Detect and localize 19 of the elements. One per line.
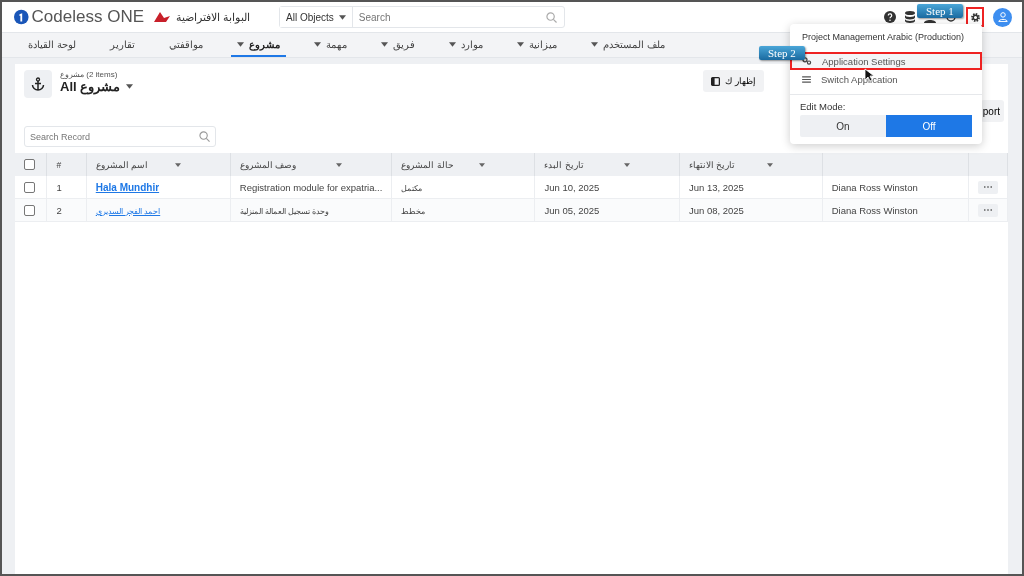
step-tooltip: Step 1 <box>917 4 963 18</box>
table-cell: Jun 08, 2025 <box>688 204 744 216</box>
portal-name: البوابة الافتراضية <box>176 10 251 24</box>
item-count: مشروع (2 items) <box>60 70 119 79</box>
table-cell: 1 <box>56 181 62 193</box>
table-cell: Diana Ross Winston <box>831 181 918 193</box>
step-tooltip: Step 2 <box>759 46 805 60</box>
table-cell: Registration module for expatria... <box>239 181 383 193</box>
table-cell: Diana Ross Winston <box>831 204 918 216</box>
app-name: Project Management Arabic (Production) <box>801 32 966 44</box>
edit-mode-label: Edit Mode: <box>799 101 847 112</box>
table-cell: مكتمل <box>401 183 423 193</box>
table-cell: Jun 10, 2025 <box>544 181 600 193</box>
table-cell: وحدة تسجيل العمالة المنزلية <box>239 206 330 216</box>
table-cell: Jun 13, 2025 <box>688 181 744 193</box>
table-cell: مخطط <box>401 206 426 216</box>
column-header: # <box>56 159 62 170</box>
table-cell: Jun 05, 2025 <box>544 204 600 216</box>
table-cell: 2 <box>56 204 62 216</box>
